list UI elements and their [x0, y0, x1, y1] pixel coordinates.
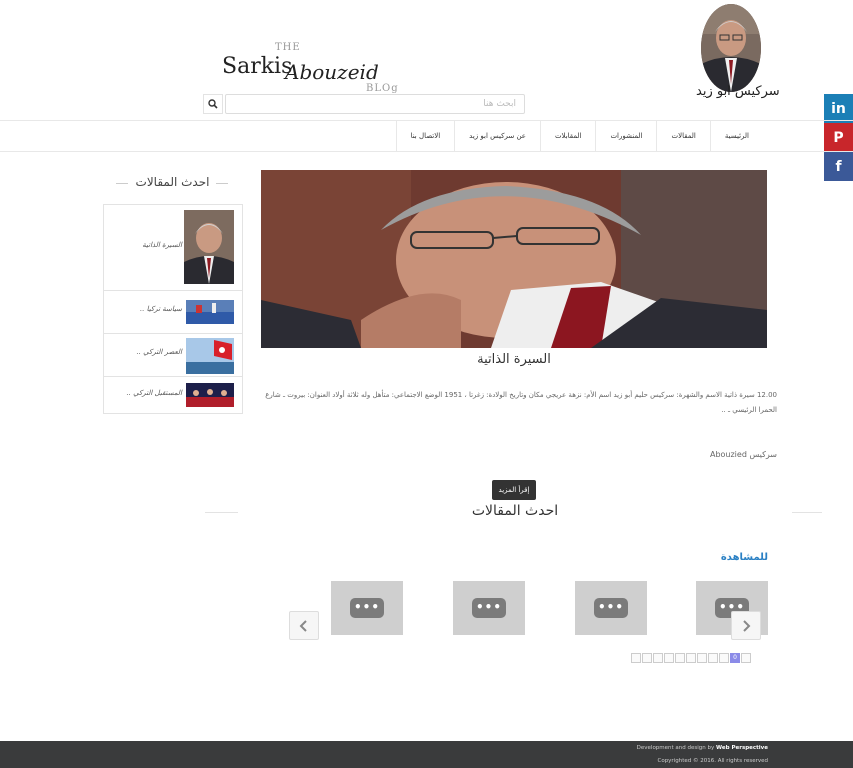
- view-all-link[interactable]: للمشاهدة: [700, 552, 768, 563]
- footer-credit-brand[interactable]: Web Perspective: [716, 745, 768, 751]
- logo-blog: BLOg: [366, 83, 399, 94]
- site-logo[interactable]: THE Sarkis Abouzeid BLOg: [222, 42, 402, 94]
- avatar-name[interactable]: سركيس ابو زيد: [696, 84, 780, 99]
- sidebar-header: احدث المقالات: [103, 175, 242, 191]
- pager-dot[interactable]: [719, 653, 729, 663]
- footer-credit: Development and design by Web Perspectiv…: [637, 745, 768, 751]
- pager-dot[interactable]: [653, 653, 663, 663]
- search-icon: [208, 99, 218, 109]
- pager-dot[interactable]: [642, 653, 652, 663]
- sidebar-thumb-flag: [186, 338, 234, 374]
- facebook-icon[interactable]: f: [824, 152, 853, 181]
- nav-publications[interactable]: المنشورات: [595, 121, 656, 151]
- ellipsis-icon: •••: [472, 598, 506, 618]
- read-more-button[interactable]: إقرأ المزيد: [492, 480, 536, 500]
- sidebar-item-label: المستقبل التركي ..: [126, 389, 182, 397]
- sidebar-item-label: السيرة الذاتية: [142, 241, 182, 249]
- search-button[interactable]: [203, 94, 223, 114]
- sidebar-item[interactable]: المستقبل التركي ..: [104, 377, 242, 413]
- logo-the: THE: [275, 42, 301, 53]
- logo-abouzeid: Abouzeid: [285, 60, 379, 84]
- search-input[interactable]: [225, 94, 525, 114]
- article-author: Abouzied سركيس: [709, 450, 777, 459]
- carousel-pager: 0: [631, 653, 752, 665]
- footer-copyright: Copyrighted © 2016. All rights reserved: [657, 758, 768, 764]
- footer-credit-prefix: Development and design by: [636, 745, 715, 751]
- sidebar-thumb-meeting: [186, 383, 234, 407]
- pager-dot-active[interactable]: 0: [730, 653, 740, 663]
- carousel-card[interactable]: •••: [575, 581, 647, 635]
- sidebar-item[interactable]: سياسة تركيا ..: [104, 291, 242, 334]
- author-avatar[interactable]: [701, 4, 761, 92]
- pager-dot[interactable]: [675, 653, 685, 663]
- pager-dot[interactable]: [686, 653, 696, 663]
- carousel-card[interactable]: •••: [453, 581, 525, 635]
- chevron-left-icon: [299, 619, 307, 632]
- main-nav: الرئيسية المقالات المنشورات المقابلات عن…: [0, 120, 853, 152]
- pager-dot[interactable]: [741, 653, 751, 663]
- ellipsis-icon: •••: [350, 598, 384, 618]
- logo-sarkis: Sarkis: [222, 54, 293, 79]
- pager-dot[interactable]: [708, 653, 718, 663]
- sidebar-list: السيرة الذاتية سياسة تركيا .. العصر التر…: [103, 204, 243, 414]
- article-hero-image[interactable]: [261, 170, 767, 348]
- linkedin-icon[interactable]: in: [824, 94, 853, 123]
- sidebar-item-label: العصر التركي ..: [136, 348, 182, 356]
- ellipsis-icon: •••: [594, 598, 628, 618]
- sidebar-item[interactable]: السيرة الذاتية: [104, 205, 242, 291]
- pager-dot[interactable]: [664, 653, 674, 663]
- footer: Development and design by Web Perspectiv…: [0, 741, 853, 768]
- sidebar-item[interactable]: العصر التركي ..: [104, 334, 242, 377]
- article-title[interactable]: السيرة الذاتية: [261, 352, 767, 367]
- nav-about[interactable]: عن سركيس ابو زيد: [454, 121, 540, 151]
- chevron-right-icon: [743, 619, 751, 632]
- page: THE Sarkis Abouzeid BLOg سركيس ابو زيد ا…: [0, 0, 853, 768]
- pager-dot[interactable]: [697, 653, 707, 663]
- article-excerpt: 12.00 سيرة ذاتية الاسم والشهرة: سركيس حل…: [265, 391, 777, 414]
- sidebar-item-label: سياسة تركيا ..: [139, 305, 182, 313]
- divider: [205, 512, 238, 513]
- nav-articles[interactable]: المقالات: [656, 121, 709, 151]
- nav-interviews[interactable]: المقابلات: [539, 121, 596, 151]
- latest-section-title: احدث المقالات: [471, 503, 559, 519]
- sidebar-thumb-crowd: [186, 300, 234, 324]
- sidebar-thumb-portrait: [184, 210, 234, 284]
- divider: [216, 183, 228, 184]
- search-bar: [203, 94, 525, 114]
- carousel-card[interactable]: •••: [331, 581, 403, 635]
- pager-dot[interactable]: [631, 653, 641, 663]
- divider: [792, 512, 822, 513]
- nav-contact[interactable]: الاتصال بنا: [395, 121, 455, 151]
- carousel-next-button[interactable]: [731, 611, 761, 640]
- nav-home[interactable]: الرئيسية: [709, 121, 763, 151]
- carousel-prev-button[interactable]: [289, 611, 319, 640]
- sidebar-title: احدث المقالات: [135, 175, 210, 189]
